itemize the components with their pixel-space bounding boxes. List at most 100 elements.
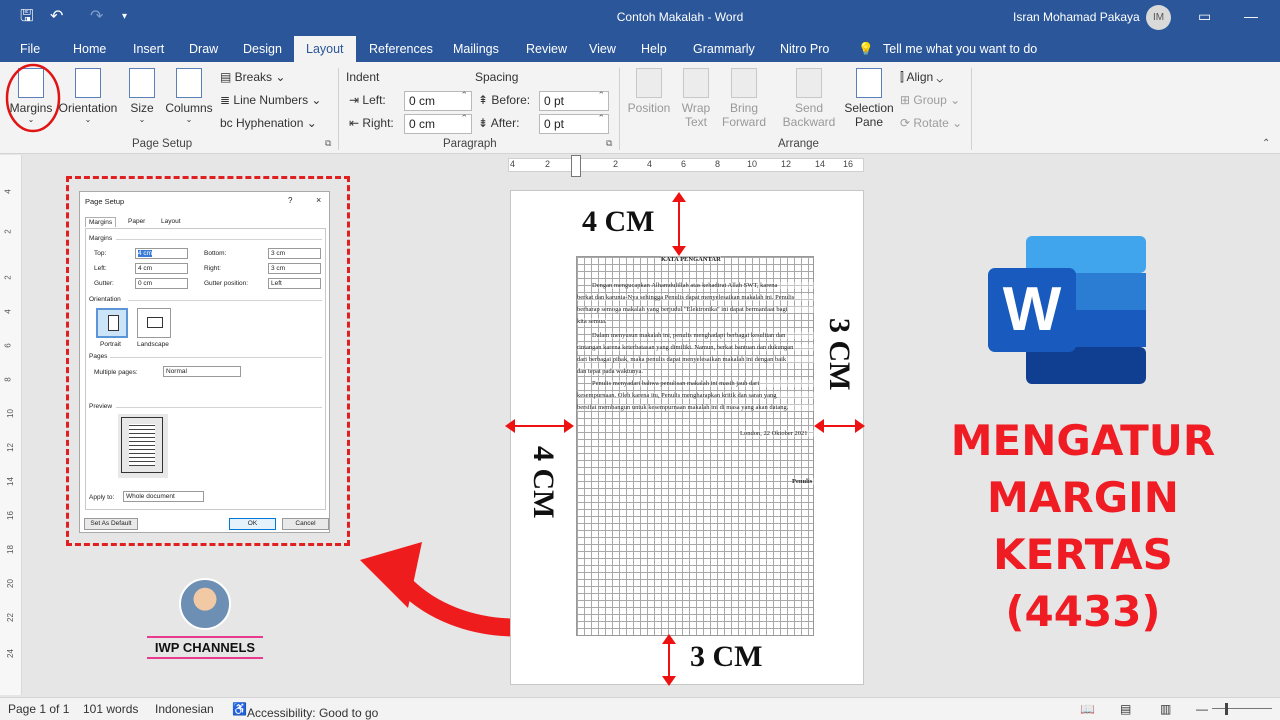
close-icon[interactable]: × <box>316 195 321 205</box>
size-icon <box>129 68 155 98</box>
paragraph-launcher-icon[interactable]: ⧉ <box>606 138 612 149</box>
indent-marker[interactable] <box>571 155 581 177</box>
user-name[interactable]: Isran Mohamad Pakaya <box>1013 10 1140 24</box>
apply-to-select[interactable]: Whole document <box>123 491 204 502</box>
breaks-button[interactable]: ▤ Breaks ⌄ <box>220 70 285 84</box>
bring-forward-label: Bring <box>729 101 758 115</box>
ribbon: Margins ⌄ Orientation ⌄ Size ⌄ Columns ⌄… <box>0 62 1280 154</box>
tab-mailings[interactable]: Mailings <box>451 36 501 62</box>
language[interactable]: Indonesian <box>155 702 214 716</box>
title-bar: 🖫 ↶ ↷ ▾ Contoh Makalah - Word Isran Moha… <box>0 0 1280 36</box>
ok-button[interactable]: OK <box>229 518 276 530</box>
ruler-tick: 2 <box>545 159 551 169</box>
portrait-option[interactable] <box>96 308 128 338</box>
multiple-pages-select[interactable]: Normal <box>163 366 241 377</box>
position-button[interactable]: Position <box>624 68 674 115</box>
divider <box>116 239 322 240</box>
rotate-button[interactable]: ⟳ Rotate ⌄ <box>900 116 962 130</box>
tab-nitro-pro[interactable]: Nitro Pro <box>778 36 831 62</box>
indent-right-label: ⇤ Right: <box>349 116 394 130</box>
dialog-tab-margins[interactable]: Margins <box>85 217 117 227</box>
tab-review[interactable]: Review <box>524 36 569 62</box>
wrap-text-label-2: Text <box>684 115 707 129</box>
dialog-tab-layout[interactable]: Layout <box>158 217 184 226</box>
tab-file[interactable]: File <box>18 36 42 62</box>
selection-pane-icon <box>856 68 882 98</box>
ruler-tick: 14 <box>5 477 15 486</box>
size-button[interactable]: Size ⌄ <box>126 68 158 124</box>
title-line: MARGIN KERTAS <box>987 473 1179 579</box>
top-margin-input[interactable]: 4 cm <box>135 248 188 259</box>
tab-grammarly[interactable]: Grammarly <box>691 36 757 62</box>
word-count[interactable]: 101 words <box>83 702 138 716</box>
spacing-after-input[interactable]: 0 pt <box>539 113 609 134</box>
print-layout-icon[interactable]: ▤ <box>1120 702 1131 716</box>
arrow-head <box>662 676 676 686</box>
avatar[interactable]: IM <box>1146 5 1171 30</box>
columns-button[interactable]: Columns ⌄ <box>163 68 215 124</box>
align-button[interactable]: ⫿ Align ⌄ <box>900 70 943 85</box>
bring-forward-button[interactable]: Bring Forward <box>716 68 772 129</box>
left-margin-arrow <box>510 425 572 427</box>
send-backward-label-2: Backward <box>782 115 836 129</box>
zoom-slider-thumb[interactable] <box>1225 703 1228 715</box>
spacing-label: Spacing <box>475 70 519 84</box>
hyphenation-button[interactable]: bc Hyphenation ⌄ <box>220 116 317 130</box>
gutter-position-select[interactable]: Left <box>268 278 321 289</box>
read-mode-icon[interactable]: 📖 <box>1080 702 1095 716</box>
ribbon-display-options-icon[interactable]: ▭ <box>1198 8 1211 25</box>
cancel-button[interactable]: Cancel <box>282 518 329 530</box>
tab-insert[interactable]: Insert <box>131 36 166 62</box>
line-numbers-button[interactable]: ≣ Line Numbers ⌄ <box>220 93 321 107</box>
send-backward-button[interactable]: Send Backward <box>776 68 842 129</box>
top-label: Top: <box>94 250 107 257</box>
gutter-input[interactable]: 0 cm <box>135 278 188 289</box>
collapse-ribbon-icon[interactable]: ⌃ <box>1262 138 1270 149</box>
doc-line: berkat dan karunia-Nya sehingga Penulis … <box>577 294 814 301</box>
tell-me-search[interactable]: Tell me what you want to do <box>881 36 1039 62</box>
bottom-margin-input[interactable]: 3 cm <box>268 248 321 259</box>
tab-references[interactable]: References <box>367 36 435 62</box>
group-button[interactable]: ⊞ Group ⌄ <box>900 93 960 107</box>
right-margin-input[interactable]: 3 cm <box>268 263 321 274</box>
minimize-icon[interactable]: — <box>1244 8 1258 24</box>
landscape-option[interactable] <box>137 308 171 338</box>
page-setup-launcher-icon[interactable]: ⧉ <box>325 138 331 149</box>
doc-heading: KATA PENGANTAR <box>661 256 721 263</box>
indent-left-label: ⇥ Left: <box>349 93 386 107</box>
ribbon-separator <box>971 68 972 150</box>
set-as-default-button[interactable]: Set As Default <box>84 518 138 530</box>
doc-line: bersifat membangun untuk kesempurnaan ma… <box>577 404 814 411</box>
tab-layout[interactable]: Layout <box>294 36 356 62</box>
paragraph-group-label: Paragraph <box>443 138 497 150</box>
wrap-text-button[interactable]: Wrap Text <box>676 68 716 129</box>
ribbon-separator <box>619 68 620 150</box>
tab-help[interactable]: Help <box>639 36 669 62</box>
arrow-head <box>505 419 515 433</box>
zoom-out-icon[interactable]: — <box>1196 702 1208 716</box>
left-margin-input[interactable]: 4 cm <box>135 263 188 274</box>
send-backward-label: Send <box>794 101 824 115</box>
doc-line: kita semua. <box>577 318 607 325</box>
indent-left-input[interactable]: 0 cm <box>404 90 472 111</box>
web-layout-icon[interactable]: ▥ <box>1160 702 1171 716</box>
orientation-button[interactable]: Orientation ⌄ <box>56 68 120 124</box>
title-line: (4433) <box>1005 587 1161 636</box>
tab-home[interactable]: Home <box>71 36 108 62</box>
tab-design[interactable]: Design <box>241 36 284 62</box>
arrow-head <box>814 419 824 433</box>
help-icon[interactable]: ? <box>288 196 292 205</box>
ruler-tick: 10 <box>5 409 15 418</box>
tab-draw[interactable]: Draw <box>187 36 220 62</box>
doc-line: Penulis menyadari bahwa penulisan makala… <box>592 380 814 387</box>
accessibility-status[interactable]: ♿ Accessibility: Good to go <box>232 702 378 720</box>
page-count[interactable]: Page 1 of 1 <box>8 702 69 716</box>
tab-view[interactable]: View <box>587 36 618 62</box>
indent-right-input[interactable]: 0 cm <box>404 113 472 134</box>
selection-pane-button[interactable]: Selection Pane <box>843 68 895 129</box>
right-margin-label: 3 CM <box>823 318 856 391</box>
gutter-position-label: Gutter position: <box>204 280 249 287</box>
spacing-before-input[interactable]: 0 pt <box>539 90 609 111</box>
dialog-tab-paper[interactable]: Paper <box>125 217 148 226</box>
zoom-slider[interactable] <box>1212 708 1272 709</box>
